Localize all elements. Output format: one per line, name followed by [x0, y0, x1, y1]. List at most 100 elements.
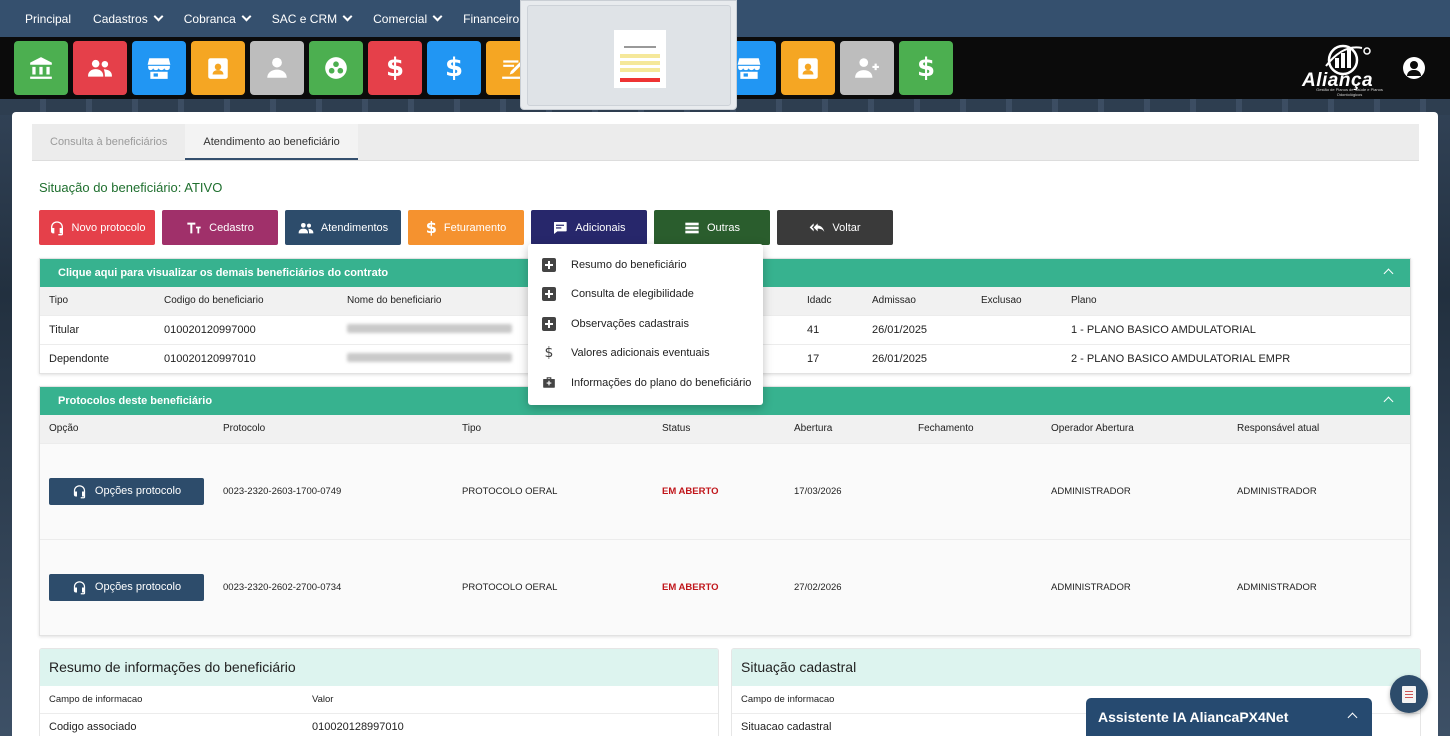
cell-codigo: 010020120997010	[155, 343, 338, 373]
column-header: Tipo	[40, 287, 155, 315]
cell-admissao: 26/01/2025	[863, 343, 972, 373]
quick-tile-2[interactable]	[73, 41, 127, 95]
chevron-down-icon	[241, 11, 252, 22]
id-badge-icon	[795, 55, 821, 81]
cell-idade: 41	[798, 314, 863, 344]
quick-tile-12[interactable]	[840, 41, 894, 95]
cell-opcao: Opções protocolo	[40, 442, 214, 539]
opcoes-protocolo-button[interactable]: Opções protocolo	[49, 573, 204, 601]
dropdown-item[interactable]: Resumo do beneficiário	[528, 250, 763, 280]
column-header: Campo de informacao	[40, 686, 303, 713]
dollar-icon: $	[916, 53, 936, 83]
cell-codigo: 010020120997000	[155, 314, 338, 344]
button-label: Opções protocolo	[94, 485, 182, 497]
dollar-icon: $	[385, 53, 405, 83]
headset-icon	[49, 220, 65, 236]
chevron-up-icon[interactable]	[1383, 268, 1394, 279]
quick-tile-13[interactable]: $	[899, 41, 953, 95]
plus-square-icon	[542, 257, 556, 272]
dropdown-item-label: Informações do plano do beneficiário	[571, 376, 752, 389]
beneficiary-status: Situação do beneficiário: ATIVO	[39, 180, 223, 195]
chevron-down-icon	[153, 11, 164, 22]
cell-fechamento	[909, 538, 1042, 635]
headset-icon	[72, 580, 87, 595]
users-icon	[298, 220, 314, 236]
nav-item-cobranca[interactable]: Cobranca	[173, 0, 261, 37]
column-header: Idadc	[798, 287, 863, 315]
button-label: Outras	[706, 221, 740, 234]
cell-operador: ADMINISTRADOR	[1042, 538, 1228, 635]
nav-item-label: Principal	[25, 11, 72, 26]
headset-icon	[72, 484, 87, 499]
quick-tile-8[interactable]: $	[427, 41, 481, 95]
quick-tile-7[interactable]: $	[368, 41, 422, 95]
nav-item-comercial[interactable]: Comercial	[362, 0, 452, 37]
dollar-icon: $	[425, 218, 437, 237]
redacted-name	[347, 323, 512, 333]
notes-button[interactable]	[1390, 675, 1428, 713]
cell-responsavel: ADMINISTRADOR	[1228, 538, 1410, 635]
dropdown-item[interactable]: Observações cadastrais	[528, 309, 763, 339]
table-row: Codigo associado 010020128997010	[40, 712, 718, 736]
feturamento-button[interactable]: $ Feturamento	[408, 210, 524, 245]
store-icon	[146, 55, 172, 81]
cell-tipo: Titular	[40, 314, 155, 344]
chevron-up-icon[interactable]	[1383, 396, 1394, 407]
quick-tile-4[interactable]	[191, 41, 245, 95]
column-header: Plano	[1062, 287, 1410, 315]
cell-plano: 1 - PLANO BASICO AMDULATORIAL	[1062, 314, 1410, 344]
users-icon	[87, 55, 113, 81]
comment-alt-icon	[552, 220, 568, 236]
quick-tile-5[interactable]	[250, 41, 304, 95]
tab-consulta[interactable]: Consulta à beneficiários	[32, 124, 185, 160]
column-header: Operador Abertura	[1042, 415, 1228, 443]
status-badge: EM ABERTO	[662, 581, 719, 593]
column-header: Protocolo	[214, 415, 453, 443]
quick-tile-1[interactable]	[14, 41, 68, 95]
nav-item-cadastros[interactable]: Cadastros	[82, 0, 173, 37]
quick-tile-3[interactable]	[132, 41, 186, 95]
logo-tagline: Gestão de Planos de Saúde e Planos Odont…	[1316, 87, 1383, 97]
plus-square-icon	[542, 287, 556, 302]
nav-item-principal[interactable]: Principal	[14, 0, 82, 37]
medical-kit-icon	[542, 376, 556, 390]
adicionais-button[interactable]: Adicionais	[531, 210, 647, 245]
cell-valor: 010020128997010	[303, 712, 718, 736]
button-label: Cedastro	[209, 221, 254, 234]
dropdown-item[interactable]: $ Valores adicionais eventuais	[528, 339, 763, 369]
cell-exclusao	[972, 343, 1062, 373]
situacao-title: Situação cadastral	[732, 649, 1420, 686]
cell-status: EM ABERTO	[653, 442, 785, 539]
cell-tipo: PROTOCOLO OERAL	[453, 538, 653, 635]
cedastro-button[interactable]: Cedastro	[162, 210, 278, 245]
resumo-title: Resumo de informações do beneficiário	[40, 649, 718, 686]
quick-tile-11[interactable]	[781, 41, 835, 95]
novo-protocolo-button[interactable]: Novo protocolo	[39, 210, 155, 245]
nav-item-sac-e-crm[interactable]: SAC e CRM	[261, 0, 362, 37]
chevron-up-icon[interactable]	[1347, 712, 1358, 723]
dropdown-item[interactable]: Consulta de elegibilidade	[528, 280, 763, 310]
user-group-icon	[854, 55, 880, 81]
ai-assistant-bar[interactable]: Assistente IA AliancaPX4Net	[1086, 698, 1372, 736]
opcoes-protocolo-button[interactable]: Opções protocolo	[49, 477, 204, 505]
id-badge-icon	[205, 55, 231, 81]
dropdown-item[interactable]: Informações do plano do beneficiário	[528, 368, 763, 398]
protocols-title: Protocolos deste beneficiário	[58, 395, 213, 407]
button-label: Novo protocolo	[71, 221, 146, 234]
tab-atendimento[interactable]: Atendimento ao beneficiário	[185, 124, 358, 160]
column-header: Valor	[303, 686, 718, 713]
column-header: Codigo do beneficiario	[155, 287, 338, 315]
dollar-icon: $	[544, 345, 554, 362]
column-header: Fechamento	[909, 415, 1042, 443]
quick-tile-6[interactable]	[309, 41, 363, 95]
voltar-button[interactable]: Voltar	[777, 210, 893, 245]
outras-button[interactable]: Outras	[654, 210, 770, 245]
window-preview[interactable]	[520, 0, 737, 110]
column-header: Opção	[40, 415, 214, 443]
button-label: Voltar	[832, 221, 861, 234]
list-icon	[684, 220, 700, 236]
user-account-icon[interactable]	[1403, 57, 1425, 79]
atendimentos-button[interactable]: Atendimentos	[285, 210, 401, 245]
dollar-icon: $	[444, 53, 464, 83]
reply-all-icon	[809, 220, 825, 236]
